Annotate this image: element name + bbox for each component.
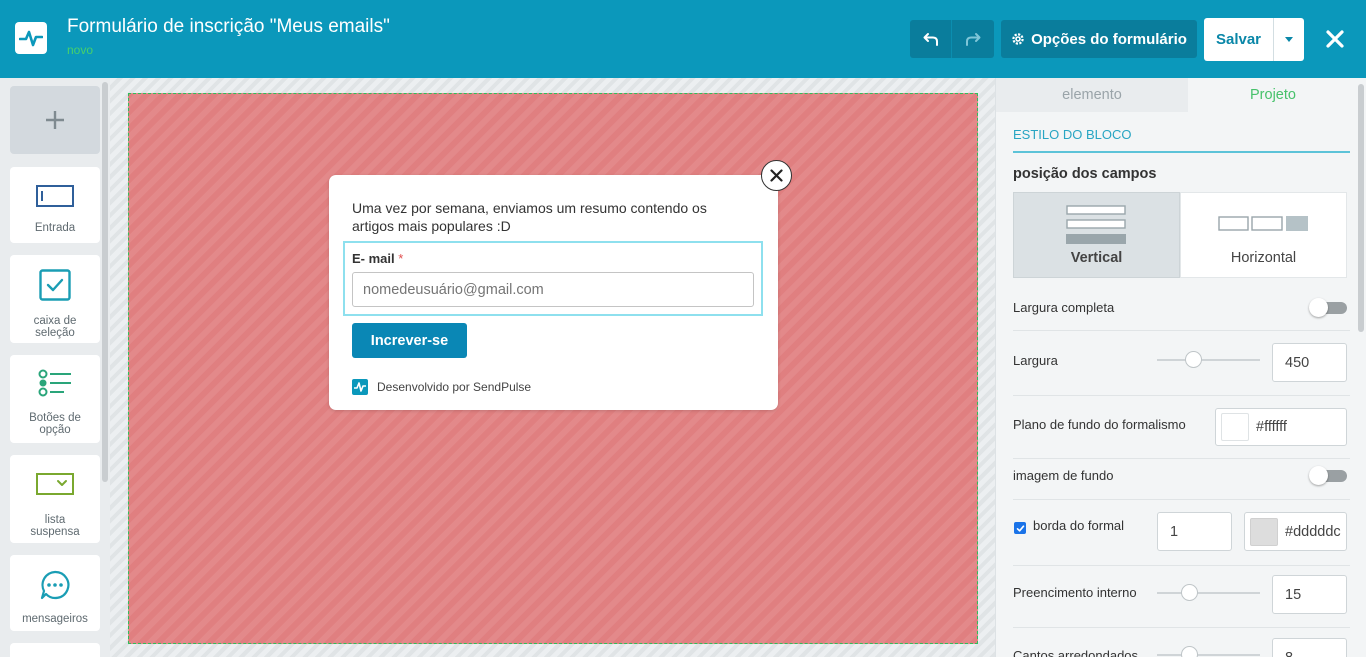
input-field-icon: [36, 185, 74, 207]
tool-checkbox-label: caixa de seleção: [33, 315, 77, 339]
caret-down-icon: [1285, 36, 1293, 42]
tool-next[interactable]: [10, 643, 100, 657]
gear-icon: [1012, 33, 1024, 45]
chat-bubble-icon: [40, 570, 70, 600]
tool-checkbox[interactable]: caixa de seleção: [10, 255, 100, 343]
row-divider: [1013, 330, 1350, 331]
form-description[interactable]: Uma vez por semana, enviamos um resumo c…: [352, 199, 752, 235]
form-options-label: Opções do formulário: [1031, 30, 1187, 48]
tool-radio[interactable]: Botões de opção: [10, 355, 100, 443]
close-icon: [770, 169, 783, 182]
rounded-corners-label: Cantos arredondados: [1013, 648, 1139, 657]
email-input[interactable]: [352, 272, 754, 307]
field-position-heading: posição dos campos: [1013, 166, 1157, 182]
dropdown-list-icon: [36, 473, 74, 495]
width-slider[interactable]: [1157, 351, 1260, 368]
background-image-label: imagem de fundo: [1013, 468, 1114, 483]
corners-input[interactable]: 8: [1272, 638, 1347, 657]
color-swatch: [1221, 413, 1249, 441]
full-width-label: Largura completa: [1013, 300, 1115, 315]
slider-handle[interactable]: [1181, 646, 1198, 657]
email-label: E- mail *: [352, 251, 403, 266]
save-button[interactable]: Salvar: [1204, 18, 1273, 61]
subscribe-button[interactable]: Increver-se: [352, 323, 467, 358]
toggle-knob: [1309, 466, 1328, 485]
tab-element[interactable]: elemento: [996, 78, 1188, 112]
tool-radio-label: Botões de opção: [29, 412, 81, 436]
slider-handle[interactable]: [1181, 584, 1198, 601]
padding-label: Preencimento interno: [1013, 585, 1137, 600]
settings-scrollbar[interactable]: [1358, 84, 1364, 332]
status-label: novo: [67, 43, 94, 57]
section-title: ESTILO DO BLOCO: [1013, 127, 1132, 142]
radio-buttons-icon: [38, 369, 71, 397]
close-editor-button[interactable]: [1320, 24, 1350, 54]
corners-slider[interactable]: [1157, 646, 1260, 657]
border-label: borda do formal: [1033, 518, 1125, 533]
save-dropdown-button[interactable]: [1273, 18, 1304, 61]
vertical-layout-icon: [1065, 205, 1126, 244]
redo-icon: [966, 33, 981, 46]
color-swatch: [1250, 517, 1278, 546]
border-checkbox[interactable]: [1014, 522, 1026, 534]
undo-icon: [923, 33, 938, 46]
width-input[interactable]: 450: [1272, 343, 1347, 382]
position-horizontal-option[interactable]: Horizontal: [1180, 192, 1347, 278]
tool-dropdown[interactable]: lista suspensa: [10, 455, 100, 543]
history-controls: [910, 20, 994, 58]
checkbox-icon: [39, 269, 71, 301]
background-color-picker[interactable]: #ffffff: [1215, 408, 1347, 446]
email-label-text: E- mail: [352, 251, 395, 266]
full-width-toggle[interactable]: [1309, 298, 1347, 317]
border-color-picker[interactable]: #dddddc: [1244, 512, 1347, 551]
position-vertical-label: Vertical: [1070, 250, 1123, 266]
toolbox-scrollbar[interactable]: [102, 82, 108, 482]
toggle-knob: [1309, 298, 1328, 317]
required-mark: *: [398, 251, 404, 266]
row-divider: [1013, 458, 1350, 459]
powered-by[interactable]: Desenvolvido por SendPulse: [352, 379, 531, 395]
padding-input[interactable]: 15: [1272, 575, 1347, 614]
background-image-toggle[interactable]: [1309, 466, 1347, 485]
powered-by-label: Desenvolvido por SendPulse: [377, 380, 532, 394]
position-horizontal-label: Horizontal: [1230, 250, 1297, 266]
padding-slider[interactable]: [1157, 584, 1260, 601]
horizontal-layout-icon: [1217, 216, 1308, 231]
plus-icon: [46, 111, 64, 129]
undo-button[interactable]: [910, 20, 952, 58]
tool-input[interactable]: Entrada: [10, 167, 100, 243]
close-icon: [1326, 30, 1344, 48]
form-options-button[interactable]: Opções do formulário: [1001, 20, 1197, 58]
slider-handle[interactable]: [1185, 351, 1202, 368]
border-width-input[interactable]: 1: [1157, 512, 1232, 551]
check-icon: [1016, 524, 1024, 532]
width-label: Largura: [1013, 353, 1058, 368]
tool-dropdown-label: lista suspensa: [30, 514, 80, 538]
tool-messengers-label: mensageiros: [22, 613, 88, 625]
add-element-button[interactable]: [10, 86, 100, 154]
row-divider: [1013, 627, 1350, 628]
tool-messengers[interactable]: mensageiros: [10, 555, 100, 631]
section-divider: [1013, 151, 1350, 153]
row-divider: [1013, 565, 1350, 566]
row-divider: [1013, 395, 1350, 396]
sendpulse-logo-icon[interactable]: [15, 22, 47, 54]
tool-input-label: Entrada: [34, 222, 76, 234]
border-color-value: #dddddc: [1285, 523, 1341, 540]
background-color-value: #ffffff: [1256, 419, 1287, 435]
position-vertical-option[interactable]: Vertical: [1013, 192, 1180, 278]
row-divider: [1013, 499, 1350, 500]
redo-button[interactable]: [952, 20, 994, 58]
sendpulse-logo-icon: [352, 379, 368, 395]
tab-project[interactable]: Projeto: [1188, 78, 1358, 112]
background-color-label: Plano de fundo do formalismo: [1013, 417, 1186, 432]
form-close-button[interactable]: [761, 160, 792, 191]
page-title: Formulário de inscrição "Meus emails": [67, 16, 390, 37]
